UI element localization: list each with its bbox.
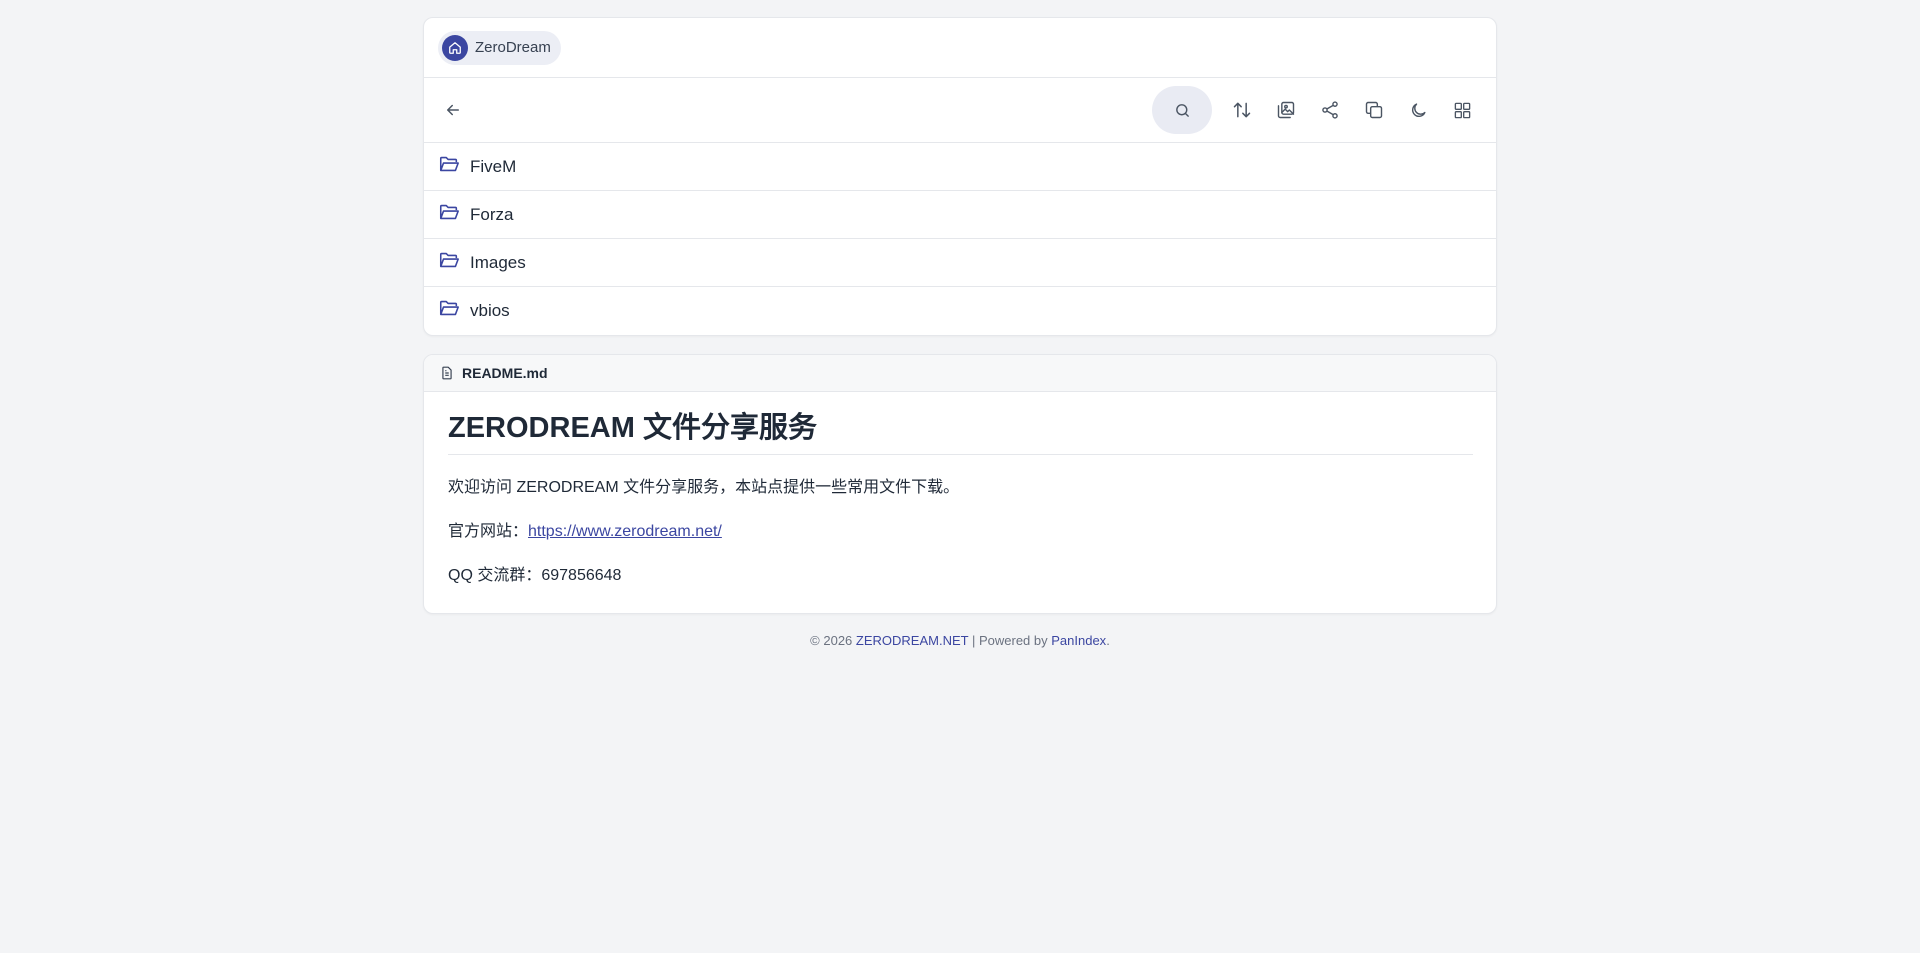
folder-row-fivem[interactable]: FiveM bbox=[424, 143, 1496, 191]
back-arrow-icon bbox=[447, 104, 459, 116]
folder-open-icon bbox=[438, 249, 460, 271]
toolbar bbox=[424, 78, 1496, 143]
folder-list: FiveM Forza Images vbios bbox=[424, 143, 1496, 335]
gallery-icon bbox=[1277, 101, 1295, 119]
copy-button[interactable] bbox=[1352, 88, 1396, 132]
folder-name: Forza bbox=[470, 204, 514, 224]
search-icon bbox=[1175, 103, 1189, 117]
folder-open-icon bbox=[438, 153, 460, 175]
site-link[interactable]: https://www.zerodream.net/ bbox=[528, 523, 722, 540]
readme-content: ZERODREAM 文件分享服务 欢迎访问 ZERODREAM 文件分享服务，本… bbox=[424, 392, 1496, 613]
folder-row-images[interactable]: Images bbox=[424, 239, 1496, 287]
readme-filename: README.md bbox=[462, 365, 548, 381]
folder-open-icon bbox=[438, 201, 460, 223]
grid-view-button[interactable] bbox=[1440, 88, 1484, 132]
readme-qq-line: QQ 交流群：697856648 bbox=[448, 565, 1473, 587]
sort-button[interactable] bbox=[1220, 88, 1264, 132]
moon-icon bbox=[1411, 102, 1426, 117]
footer-end: . bbox=[1106, 633, 1110, 649]
readme-header: README.md bbox=[424, 355, 1496, 392]
share-button[interactable] bbox=[1308, 88, 1352, 132]
footer: © 2026 ZERODREAM.NET | Powered by PanInd… bbox=[423, 633, 1497, 648]
folder-open-icon bbox=[438, 297, 460, 319]
share-icon bbox=[1322, 101, 1338, 119]
sort-icon bbox=[1233, 102, 1251, 118]
folder-name: Images bbox=[470, 252, 526, 272]
grid-icon bbox=[1454, 102, 1470, 118]
copy-icon bbox=[1365, 101, 1383, 119]
footer-brand-link[interactable]: ZERODREAM.NET bbox=[856, 633, 968, 648]
breadcrumb-home-label: ZeroDream bbox=[475, 39, 551, 56]
search-button[interactable] bbox=[1152, 86, 1212, 134]
toolbar-actions bbox=[1152, 86, 1484, 134]
page-container: ZeroDream FiveM Forza Images vbios READM… bbox=[423, 17, 1497, 648]
qq-number: 697856648 bbox=[541, 567, 622, 585]
document-icon bbox=[440, 366, 454, 380]
folder-row-vbios[interactable]: vbios bbox=[424, 287, 1496, 335]
gallery-button[interactable] bbox=[1264, 88, 1308, 132]
folder-name: vbios bbox=[470, 301, 510, 320]
readme-title: ZERODREAM 文件分享服务 bbox=[448, 410, 1473, 456]
folder-row-forza[interactable]: Forza bbox=[424, 191, 1496, 239]
readme-intro: 欢迎访问 ZERODREAM 文件分享服务，本站点提供一些常用文件下载。 bbox=[448, 479, 960, 497]
theme-toggle-button[interactable] bbox=[1396, 88, 1440, 132]
breadcrumb: ZeroDream bbox=[424, 18, 1496, 78]
folder-name: FiveM bbox=[470, 156, 517, 176]
breadcrumb-home[interactable]: ZeroDream bbox=[438, 30, 561, 65]
site-label: 官方网站： bbox=[448, 523, 529, 541]
footer-copyright: © 2026 bbox=[810, 633, 853, 649]
footer-powered-text: | Powered by bbox=[971, 633, 1048, 649]
readme-card: README.md ZERODREAM 文件分享服务 欢迎访问 ZERODREA… bbox=[423, 354, 1497, 615]
readme-site-line: 官方网站：https://www.zerodream.net/ bbox=[448, 521, 1473, 543]
qq-label: QQ 交流群： bbox=[448, 567, 542, 585]
footer-panindex-link[interactable]: PanIndex bbox=[1051, 633, 1106, 648]
file-browser-card: ZeroDream FiveM Forza Images vbios bbox=[423, 17, 1497, 336]
home-icon bbox=[442, 34, 468, 61]
back-button[interactable] bbox=[438, 95, 468, 125]
